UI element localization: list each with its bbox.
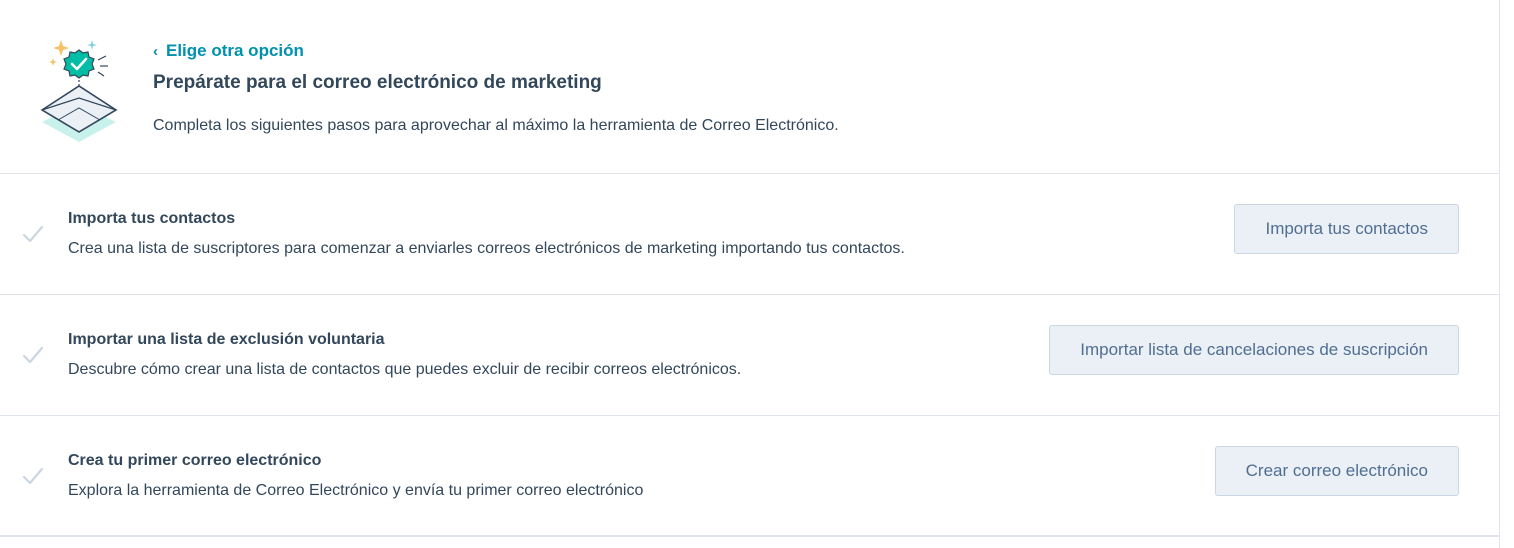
chevron-left-icon: ‹ bbox=[153, 42, 158, 60]
step-create-first-email: Crea tu primer correo electrónico Explor… bbox=[0, 416, 1499, 537]
onboarding-header: ‹ Elige otra opción Prepárate para el co… bbox=[0, 0, 1499, 174]
create-email-button[interactable]: Crear correo electrónico bbox=[1214, 446, 1459, 496]
step-description: Crea una lista de suscriptores para come… bbox=[68, 240, 905, 257]
onboarding-panel: ‹ Elige otra opción Prepárate para el co… bbox=[0, 0, 1500, 548]
page-subtitle: Completa los siguientes pasos para aprov… bbox=[153, 117, 839, 134]
check-icon bbox=[22, 225, 44, 243]
page-title: Prepárate para el correo electrónico de … bbox=[153, 72, 602, 93]
step-title: Importa tus contactos bbox=[68, 210, 236, 227]
email-envelope-badge-icon bbox=[40, 40, 118, 142]
back-link[interactable]: ‹ Elige otra opción bbox=[153, 41, 304, 61]
step-title: Importar una lista de exclusión voluntar… bbox=[68, 331, 385, 348]
step-description: Explora la herramienta de Correo Electró… bbox=[68, 482, 644, 499]
import-contacts-button[interactable]: Importa tus contactos bbox=[1234, 204, 1459, 254]
step-description: Descubre cómo crear una lista de contact… bbox=[68, 361, 742, 378]
check-icon bbox=[22, 467, 44, 485]
step-import-optout-list: Importar una lista de exclusión voluntar… bbox=[0, 295, 1499, 416]
step-import-contacts: Importa tus contactos Crea una lista de … bbox=[0, 174, 1499, 295]
step-title: Crea tu primer correo electrónico bbox=[68, 452, 322, 469]
check-icon bbox=[22, 346, 44, 364]
back-link-label: Elige otra opción bbox=[166, 41, 304, 60]
import-unsubscribe-list-button[interactable]: Importar lista de cancelaciones de suscr… bbox=[1049, 325, 1459, 375]
